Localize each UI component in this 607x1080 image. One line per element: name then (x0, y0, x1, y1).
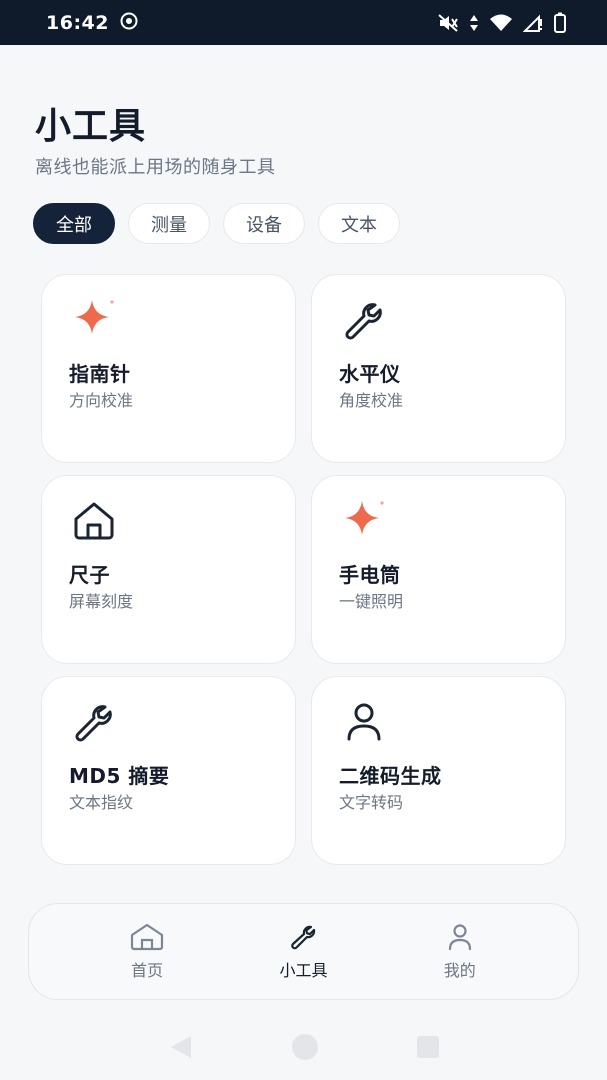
nav-item-home[interactable]: 首页 (107, 923, 187, 981)
sparkle-icon (71, 297, 117, 343)
status-time: 16:42 (46, 11, 109, 34)
tool-card-md5[interactable]: MD5 摘要 文本指纹 (41, 676, 296, 865)
wrench-icon (341, 297, 387, 343)
tool-card-flashlight[interactable]: 手电筒 一键照明 (311, 475, 566, 664)
wifi-icon (489, 13, 513, 33)
tool-title: 尺子 (69, 563, 110, 587)
tool-title: 水平仪 (339, 362, 401, 386)
filter-chip-device[interactable]: 设备 (223, 203, 305, 244)
home-icon (129, 923, 165, 951)
tool-title: 二维码生成 (339, 764, 442, 788)
tool-card-compass[interactable]: 指南针 方向校准 (41, 274, 296, 463)
filter-chip-text[interactable]: 文本 (318, 203, 400, 244)
wrench-icon (288, 923, 318, 951)
wrench-icon (71, 699, 117, 745)
tool-title: 手电筒 (339, 563, 401, 587)
nav-label: 我的 (443, 960, 476, 980)
tool-subtitle: 屏幕刻度 (69, 592, 134, 611)
battery-icon (553, 12, 567, 34)
sparkle-icon (341, 498, 387, 544)
camera-status-icon (119, 11, 139, 35)
home-icon (71, 498, 117, 544)
back-icon[interactable] (167, 1034, 195, 1064)
bottom-nav: 首页 小工具 我的 (28, 903, 579, 1000)
signal-icon (523, 13, 543, 33)
tool-grid: 指南针 方向校准 水平仪 角度校准 尺子 屏幕刻度 手电筒 一键照明 MD5 摘… (41, 274, 566, 865)
tool-card-ruler[interactable]: 尺子 屏幕刻度 (41, 475, 296, 664)
recents-icon[interactable] (415, 1034, 441, 1064)
page-subtitle: 离线也能派上用场的随身工具 (35, 157, 276, 178)
tool-subtitle: 文字转码 (339, 793, 404, 812)
home-circle-icon[interactable] (290, 1032, 320, 1066)
tool-subtitle: 方向校准 (69, 391, 134, 410)
tool-title: MD5 摘要 (69, 764, 170, 788)
person-icon (445, 923, 475, 951)
nav-item-me[interactable]: 我的 (420, 923, 500, 981)
nav-label: 首页 (131, 960, 164, 980)
tool-card-level[interactable]: 水平仪 角度校准 (311, 274, 566, 463)
tool-subtitle: 一键照明 (339, 592, 404, 611)
system-nav-bar (0, 1018, 607, 1080)
tool-card-qrcode[interactable]: 二维码生成 文字转码 (311, 676, 566, 865)
mute-icon (437, 13, 459, 33)
tool-subtitle: 角度校准 (339, 391, 404, 410)
tool-subtitle: 文本指纹 (69, 793, 134, 812)
nav-item-tools[interactable]: 小工具 (263, 923, 343, 981)
status-bar: 16:42 (0, 0, 607, 45)
page-title: 小工具 (35, 106, 147, 147)
filter-chips: 全部 测量 设备 文本 (33, 203, 400, 244)
filter-chip-measure[interactable]: 测量 (128, 203, 210, 244)
data-arrows-icon (469, 13, 479, 33)
tool-title: 指南针 (69, 362, 131, 386)
nav-label: 小工具 (279, 960, 328, 980)
filter-chip-all[interactable]: 全部 (33, 203, 115, 244)
person-icon (341, 699, 387, 745)
